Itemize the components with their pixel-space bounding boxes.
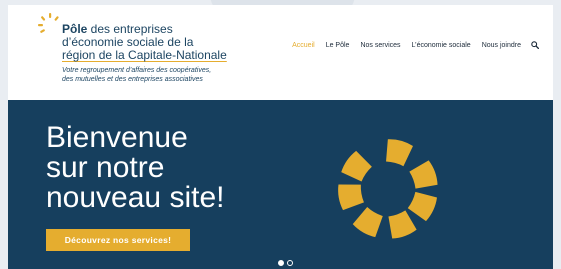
sunburst-petal (409, 160, 438, 189)
hero-title-line-3: nouveau site! (46, 181, 225, 214)
nav-item-nous-joindre[interactable]: Nous joindre (482, 42, 521, 49)
sunburst-logo-icon (38, 13, 59, 33)
nav-item-nos-services[interactable]: Nos services (360, 42, 400, 49)
logo-line-1-rest: des entreprises (87, 22, 173, 36)
main-navigation: Accueil Le Pôle Nos services L’économie … (281, 41, 539, 49)
discover-services-button[interactable]: Découvrez nos services! (46, 229, 190, 251)
sunburst-petal (407, 191, 437, 222)
slider-dot-2[interactable] (287, 260, 293, 266)
slider-dot-1[interactable] (278, 260, 284, 266)
sunburst-petal (352, 207, 383, 238)
hero-title: Bienvenue sur notre nouveau site! (46, 123, 286, 213)
sunburst-petal (386, 139, 413, 167)
slider-dots (278, 260, 293, 266)
nav-item-economie-sociale[interactable]: L’économie sociale (412, 42, 471, 49)
sunburst-petal (341, 150, 372, 182)
sunburst-petal (338, 184, 364, 211)
logo-tagline-line-2: des mutuelles et des entreprises associa… (62, 76, 203, 83)
hero-title-line-1: Bienvenue (46, 121, 188, 154)
sunburst-graphic (338, 139, 438, 239)
logo-line-3: région de la Capitale-Nationale (62, 48, 227, 62)
website-frame: Pôle des entreprises d’économie sociale … (8, 5, 553, 269)
nav-item-accueil[interactable]: Accueil (292, 42, 315, 49)
sunburst-petal (388, 210, 417, 239)
nav-item-le-pole[interactable]: Le Pôle (326, 42, 350, 49)
search-icon[interactable] (531, 41, 539, 49)
logo-name-bold: Pôle (62, 22, 88, 36)
logo-tagline-line-1: Votre regroupement d’affaires des coopér… (62, 67, 212, 74)
site-header: Pôle des entreprises d’économie sociale … (8, 5, 553, 100)
hero-title-line-2: sur notre (46, 151, 165, 184)
logo-tagline: Votre regroupement d’affaires des coopér… (62, 66, 262, 84)
